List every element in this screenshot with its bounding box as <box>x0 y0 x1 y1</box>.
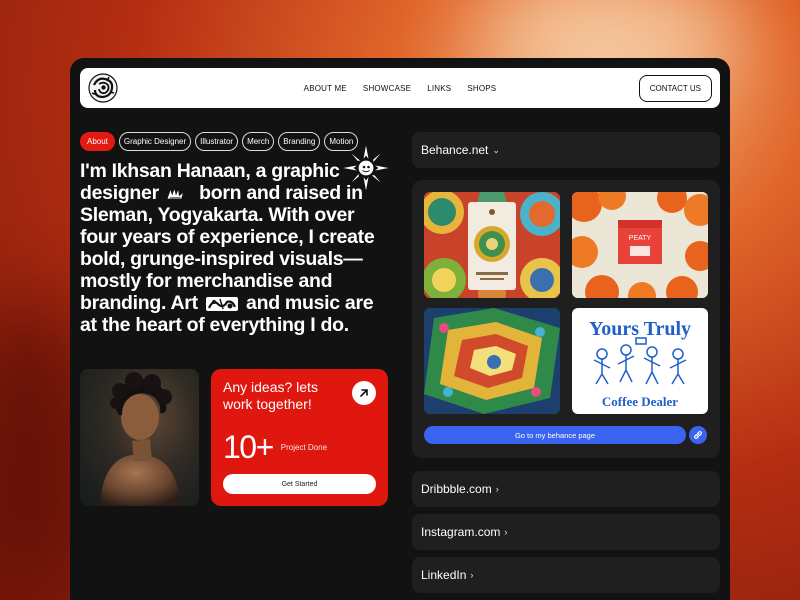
instagram-label: Instagram.com <box>421 525 501 539</box>
chevron-right-icon: › <box>495 484 499 494</box>
tag-branding[interactable]: Branding <box>278 132 321 151</box>
linkedin-link-row[interactable]: LinkedIn › <box>412 557 720 593</box>
link-icon[interactable] <box>689 426 707 444</box>
behance-gallery: PEATY Yours Truly Coffee Dealer Go to my… <box>412 180 720 458</box>
dribbble-link-row[interactable]: Dribbble.com › <box>412 471 720 507</box>
instagram-link-row[interactable]: Instagram.com › <box>412 514 720 550</box>
tag-about[interactable]: About <box>80 132 115 151</box>
tag-illustrator[interactable]: Illustrator <box>195 132 239 151</box>
nav-links-item[interactable]: LINKS <box>427 84 451 93</box>
linkedin-label: LinkedIn <box>421 568 467 582</box>
art-sticker-icon <box>205 296 238 311</box>
behance-label: Behance.net <box>421 143 489 157</box>
bio-text: I'm Ikhsan Hanaan, a graphic designer bo… <box>80 160 380 336</box>
logo-icon[interactable] <box>88 73 118 103</box>
behance-page-button[interactable]: Go to my behance page <box>424 426 686 444</box>
chevron-right-icon: › <box>504 527 508 537</box>
work-together-card: Any ideas? lets work together! 10+ Proje… <box>211 369 388 506</box>
projects-label: Project Done <box>280 443 328 452</box>
cta-title: Any ideas? lets work together! <box>223 379 318 412</box>
skill-tags: About Graphic Designer Illustrator Merch… <box>80 132 359 151</box>
projects-stat: 10+ Project Done <box>223 429 327 466</box>
behance-link-row[interactable]: Behance.net ⌄ <box>412 132 720 168</box>
get-started-button[interactable]: Get Started <box>223 474 376 494</box>
gallery-thumb-orange-packaging[interactable]: PEATY <box>572 192 708 298</box>
gallery-thumb-yours-truly[interactable]: Yours Truly Coffee Dealer <box>572 308 708 414</box>
contact-us-button[interactable]: CONTACT US <box>638 74 712 102</box>
gallery-thumb-pin-packaging[interactable] <box>424 192 560 298</box>
portfolio-window: ABOUT ME SHOWCASE LINKS SHOPS CONTACT US… <box>70 58 730 600</box>
profile-photo <box>80 369 199 506</box>
gallery-thumb-illustrated-scarf[interactable] <box>424 308 560 414</box>
chevron-right-icon: › <box>470 570 474 580</box>
portrait-illustration <box>100 372 180 506</box>
yours-truly-text: Yours Truly <box>589 318 691 340</box>
tag-merch[interactable]: Merch <box>242 132 275 151</box>
tag-graphic-designer[interactable]: Graphic Designer <box>118 132 192 151</box>
arrow-up-right-icon[interactable] <box>352 381 376 405</box>
projects-count: 10+ <box>223 429 274 465</box>
nav-about-me[interactable]: ABOUT ME <box>304 84 347 93</box>
chevron-down-icon: ⌄ <box>492 144 500 155</box>
hand-illustration-icon <box>167 189 183 199</box>
coffee-dealer-text: Coffee Dealer <box>602 394 678 409</box>
navbar: ABOUT ME SHOWCASE LINKS SHOPS CONTACT US <box>80 68 720 108</box>
nav-showcase[interactable]: SHOWCASE <box>363 84 411 93</box>
packaging-brand-text: PEATY <box>629 235 652 242</box>
nav-links: ABOUT ME SHOWCASE LINKS SHOPS <box>304 84 497 93</box>
dribbble-label: Dribbble.com <box>421 482 492 496</box>
nav-shops[interactable]: SHOPS <box>467 84 496 93</box>
